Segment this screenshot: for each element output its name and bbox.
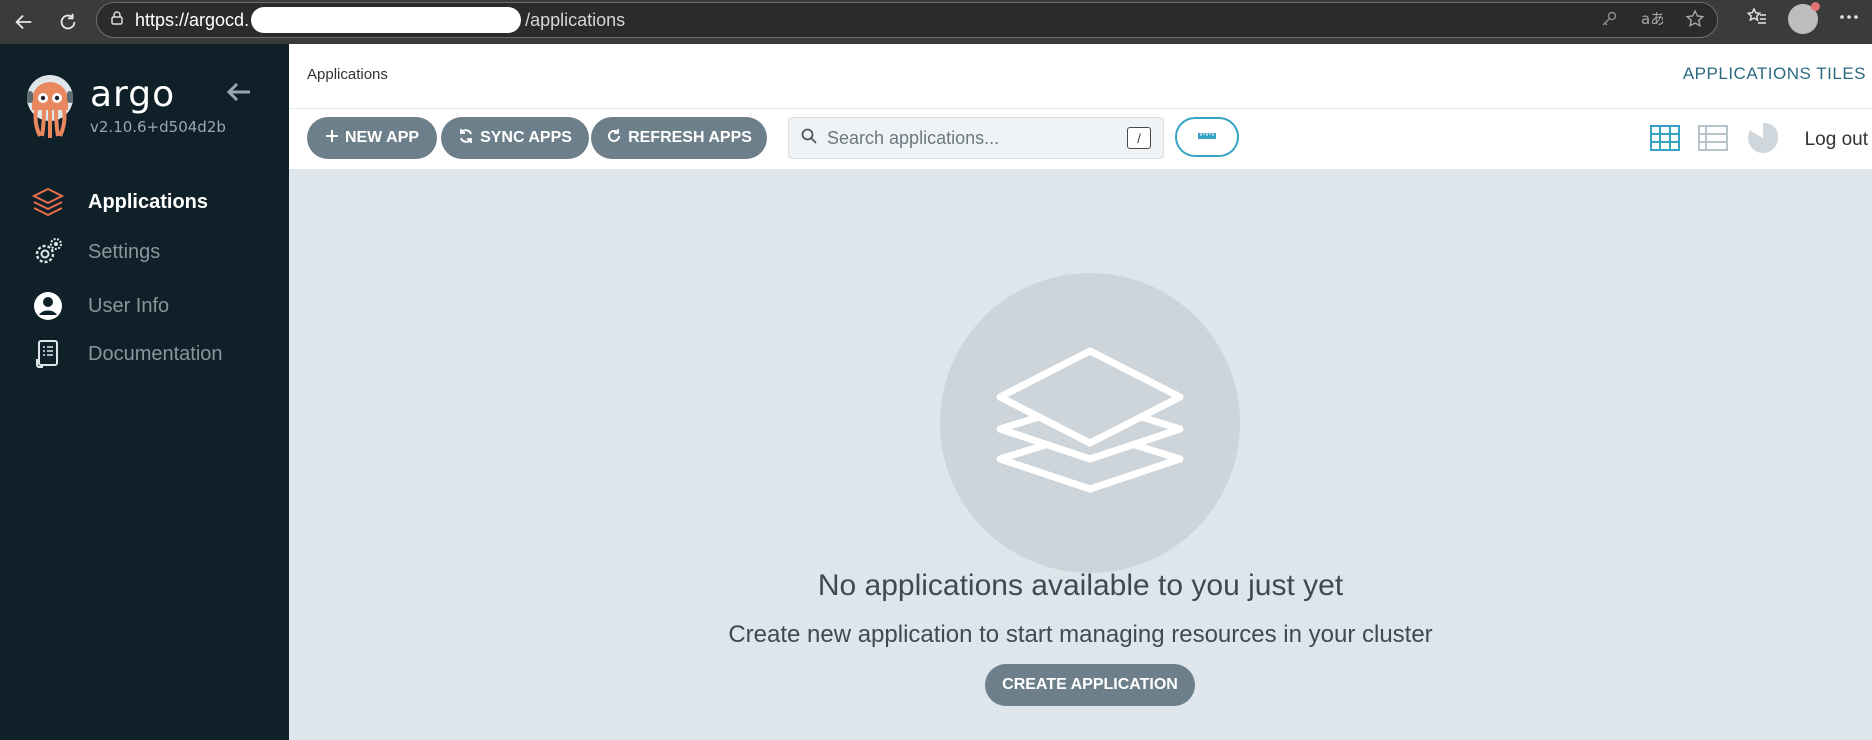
translate-icon[interactable]: aあ [1641, 9, 1665, 34]
plus-icon [325, 129, 339, 148]
svg-text:aあ: aあ [1641, 10, 1663, 28]
gears-icon [32, 236, 64, 268]
back-arrow-icon[interactable] [4, 2, 44, 42]
sidebar-item-user-info[interactable]: User Info [0, 282, 289, 330]
profile-avatar[interactable] [1788, 2, 1820, 34]
refresh-apps-label: REFRESH APPS [628, 129, 752, 146]
favorites-icon[interactable] [1746, 6, 1768, 33]
top-header: Applications APPLICATIONS TILES [289, 44, 1872, 109]
redacted-region [251, 7, 522, 33]
sidebar-item-label: Applications [88, 190, 209, 213]
user-circle-icon [32, 290, 64, 322]
collapse-arrow-icon[interactable] [226, 80, 252, 109]
sidebar: argo v2.10.6+d504d2b Applications Settin… [0, 44, 289, 740]
url-text: https://argocd. /applications [135, 7, 625, 33]
logout-link[interactable]: Log out [1805, 129, 1868, 151]
main-content: Applications APPLICATIONS TILES NEW APP … [289, 44, 1872, 740]
sidebar-item-settings[interactable]: Settings [0, 228, 289, 276]
book-icon [32, 338, 64, 370]
url-host: https://argocd. [135, 9, 250, 30]
star-icon[interactable] [1685, 9, 1705, 34]
more-options-icon[interactable] [1838, 6, 1860, 33]
version-label: v2.10.6+d504d2b [90, 118, 226, 136]
search-shortcut-hint: / [1127, 127, 1151, 149]
empty-state-subtitle: Create new application to start managing… [728, 621, 1433, 648]
sidebar-nav: Applications Settings User Info Document… [0, 178, 289, 378]
brand-name: argo [90, 74, 176, 115]
sidebar-item-label: User Info [88, 294, 170, 317]
tiles-view-icon[interactable] [1650, 125, 1680, 156]
refresh-icon [606, 128, 622, 149]
view-title: APPLICATIONS TILES [1682, 64, 1866, 83]
empty-state: No applications available to you just ye… [289, 169, 1872, 740]
breadcrumb[interactable]: Applications [307, 66, 388, 83]
create-application-button[interactable]: CREATE APPLICATION [985, 664, 1195, 706]
search-icon [801, 128, 817, 149]
sync-apps-label: SYNC APPS [480, 129, 572, 146]
layers-icon [32, 186, 64, 218]
address-bar[interactable]: https://argocd. /applications aあ [96, 2, 1718, 38]
key-icon[interactable] [1599, 9, 1619, 34]
new-app-button[interactable]: NEW APP [307, 117, 437, 159]
sync-apps-button[interactable]: SYNC APPS [441, 117, 589, 159]
url-path: /applications [525, 9, 626, 30]
lock-icon[interactable] [109, 10, 125, 31]
layers-icon [995, 331, 1185, 516]
toolbar: NEW APP SYNC APPS REFRESH APPS Search ap… [289, 109, 1872, 169]
sidebar-item-label: Documentation [88, 342, 223, 365]
list-view-icon[interactable] [1698, 125, 1728, 156]
sidebar-item-applications[interactable]: Applications [0, 178, 289, 226]
filter-ruler-icon [1197, 128, 1217, 146]
browser-toolbar: https://argocd. /applications aあ [0, 0, 1872, 44]
brand: argo v2.10.6+d504d2b [26, 74, 226, 138]
filter-toggle-button[interactable] [1175, 117, 1239, 157]
search-placeholder: Search applications... [827, 127, 1000, 148]
search-input[interactable]: Search applications... / [788, 117, 1164, 159]
sync-icon [458, 128, 474, 149]
reload-icon[interactable] [48, 2, 88, 42]
empty-state-title: No applications available to you just ye… [817, 569, 1344, 602]
refresh-apps-button[interactable]: REFRESH APPS [591, 117, 767, 159]
argo-logo-icon [26, 74, 74, 138]
empty-state-illustration [940, 273, 1240, 573]
new-app-label: NEW APP [344, 129, 420, 146]
summary-pie-icon[interactable] [1746, 121, 1780, 160]
sidebar-item-label: Settings [88, 240, 161, 263]
sidebar-item-documentation[interactable]: Documentation [0, 330, 289, 378]
